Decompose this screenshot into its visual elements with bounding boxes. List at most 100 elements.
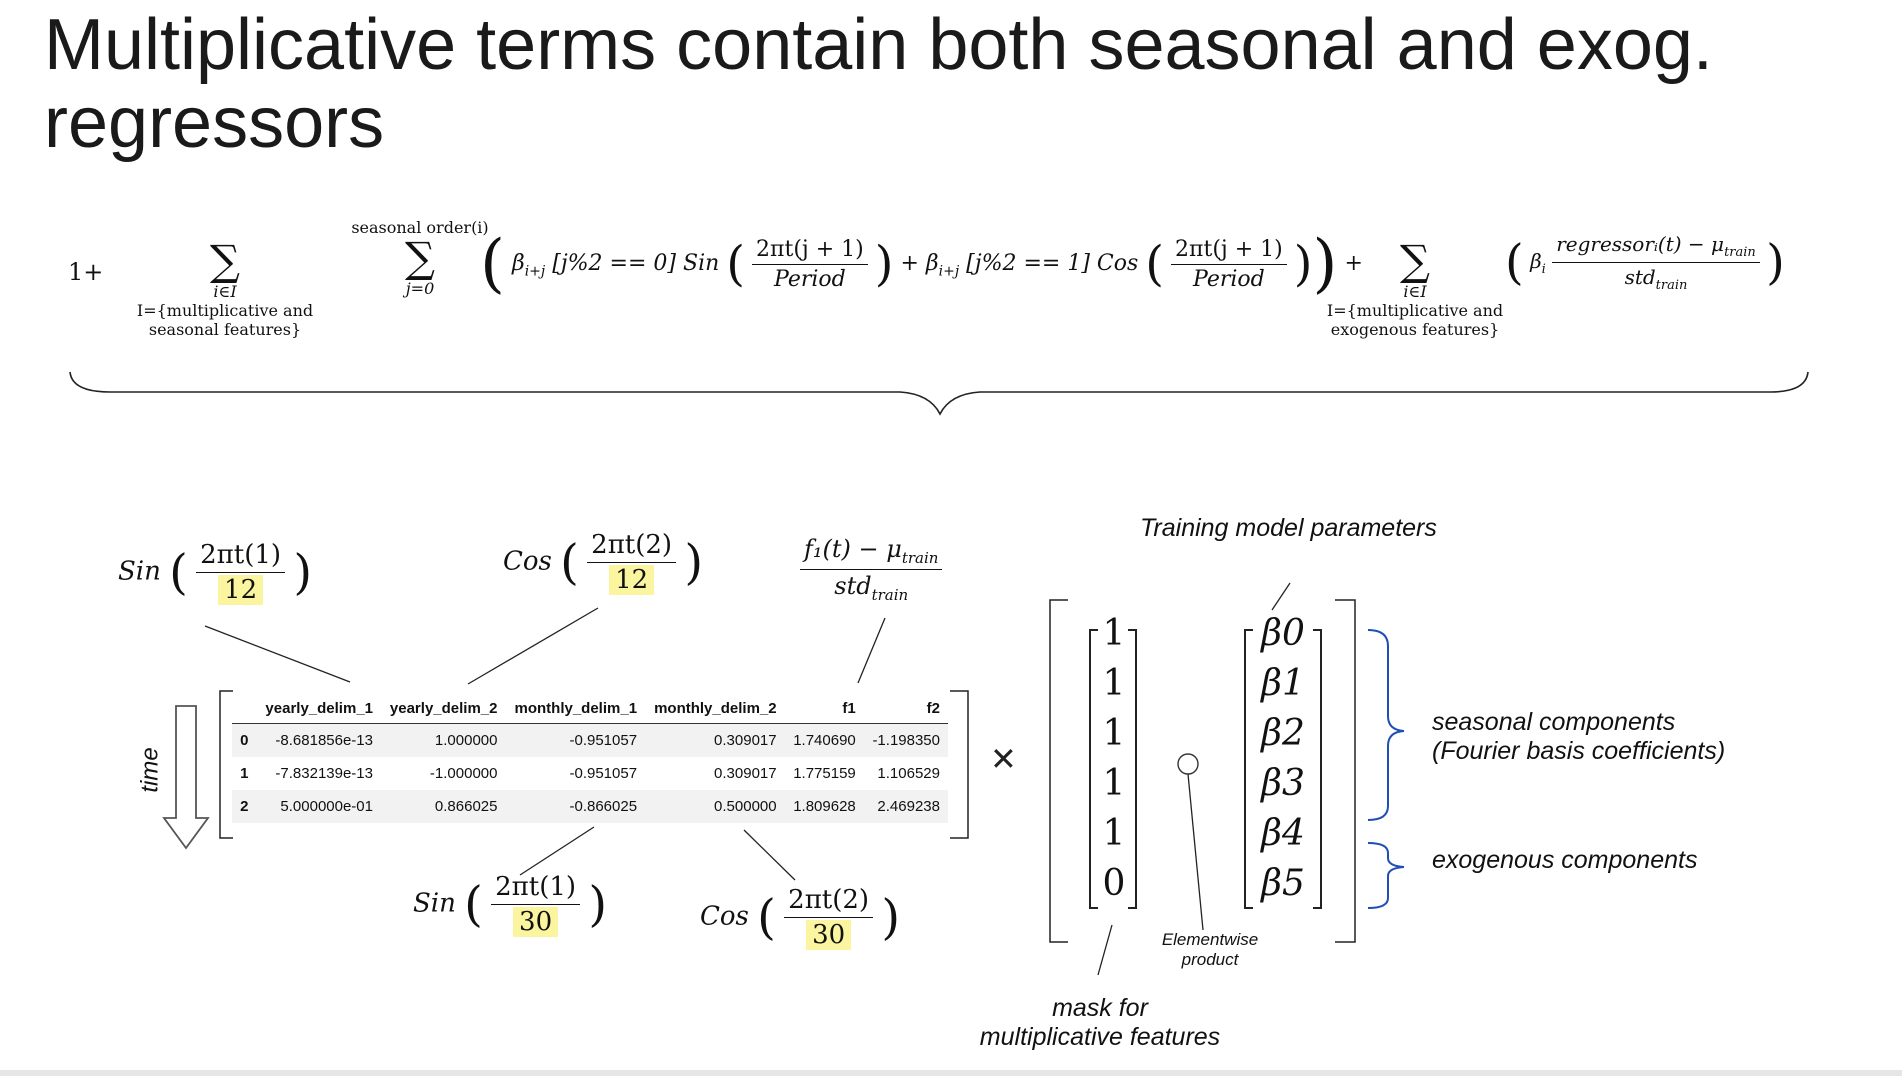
beta-value: β4: [1261, 812, 1305, 854]
cos12-fn: Cos: [503, 546, 552, 577]
table-header-row: yearly_delim_1 yearly_delim_2 monthly_de…: [232, 694, 948, 724]
exogenous-label: exogenous components: [1432, 846, 1698, 874]
cos-cond: [j%2 == 1]: [966, 251, 1090, 276]
sin-cond: [j%2 == 0]: [552, 251, 676, 276]
seasonal-label-line1: seasonal components: [1432, 708, 1676, 736]
mask-label-line1: mask for: [1052, 994, 1148, 1022]
sin30-frac: 2πt(1) 30: [491, 872, 581, 937]
cos30-frac: 2πt(2) 30: [784, 885, 874, 950]
sin-coef: β: [511, 251, 525, 276]
cos-name: Cos: [1096, 251, 1139, 276]
cos30-fn: Cos: [700, 901, 749, 932]
table-cell: -0.866025: [505, 790, 646, 823]
bottom-divider: [0, 1070, 1902, 1076]
mask-value: 1: [1102, 812, 1126, 854]
table-cell: -7.832139e-13: [275, 765, 373, 782]
reg-den: std: [1624, 265, 1656, 289]
sum3: ∑ i∈I I={multiplicative and exogenous fe…: [1300, 240, 1530, 340]
table-cell: 0: [232, 723, 257, 757]
elementwise-line2: product: [1181, 950, 1239, 969]
cos-coef-sub: i+j: [938, 263, 960, 280]
table-cell: 1.740690: [784, 723, 864, 757]
connector-cos30: [743, 829, 796, 881]
table-cell: -8.681856e-13: [256, 723, 381, 757]
big-brace: [69, 371, 1809, 416]
reg-den-sub: train: [1655, 278, 1688, 293]
table-header: f1: [784, 694, 864, 724]
table-row: 2 5.000000e-01 0.866025 -0.866025 0.5000…: [232, 790, 948, 823]
mask-label-line2: multiplicative features: [979, 1023, 1221, 1051]
training-params-label: Training model parameters: [1140, 514, 1437, 542]
table-cell: -1.198350: [863, 723, 948, 757]
beta-value: β0: [1261, 612, 1305, 654]
reg-coef-sub: i: [1541, 262, 1546, 277]
table-cell: 0.500000: [645, 790, 785, 823]
cos-frac: 2πt(j + 1) Period: [1171, 237, 1287, 292]
reg-frac-den: stdtrain: [1621, 263, 1692, 293]
elementwise-line1: Elementwise: [1161, 930, 1259, 949]
table-cell: 1.000000: [381, 723, 506, 757]
connector-sin30: [519, 826, 595, 876]
table-cell: -0.951057: [505, 723, 646, 757]
sin12-fn: Sin: [118, 556, 161, 587]
mask-value: 1: [1102, 612, 1126, 654]
beta-value: β1: [1261, 662, 1305, 704]
f1-den: std: [834, 571, 872, 600]
cos-coef: β: [925, 251, 939, 276]
sum1: ∑ i∈I I={multiplicative and seasonal fea…: [110, 236, 340, 340]
sum1-set-line1: I={multiplicative and: [136, 301, 314, 320]
f1-num-sub: train: [901, 548, 939, 567]
annotation-sin30: Sin ( 2πt(1) 30 ): [413, 872, 608, 937]
table-cell: 2: [232, 790, 257, 823]
connector-cos12: [467, 607, 599, 685]
table-cell: 0.866025: [381, 790, 506, 823]
sin30-den: 30: [513, 907, 559, 937]
table-cell: 1.809628: [784, 790, 864, 823]
table-cell: 5.000000e-01: [256, 790, 381, 823]
regressor-term: ( βi regressorᵢ(t) − μtrain stdtrain ): [1505, 232, 1785, 293]
reg-num-sub: train: [1724, 245, 1756, 260]
seasonal-label-line2: (Fourier basis coefficients): [1432, 737, 1726, 765]
cos-frac-den: Period: [1193, 266, 1265, 292]
outer-bracket-right: [1335, 599, 1356, 943]
annotation-sin12: Sin ( 2πt(1) 12 ): [118, 540, 313, 605]
table-cell: 0.309017: [645, 723, 785, 757]
formula-lead: 1+: [68, 258, 104, 286]
cos30-num: 2πt(2): [784, 885, 874, 918]
table-cell: 2.469238: [863, 790, 948, 823]
outer-bracket-left: [1049, 599, 1068, 943]
data-table: yearly_delim_1 yearly_delim_2 monthly_de…: [232, 694, 948, 823]
mask-value: 0: [1102, 862, 1126, 904]
connector-sin12: [204, 625, 351, 683]
f1-frac: f₁(t) − μtrain stdtrain: [800, 535, 943, 604]
f1-den-sub: train: [871, 585, 909, 604]
time-label: time: [136, 747, 164, 793]
table-header: yearly_delim_1: [256, 694, 381, 724]
cos12-frac: 2πt(2) 12: [587, 530, 677, 595]
mask-value: 1: [1102, 712, 1126, 754]
slide-title: Multiplicative terms contain both season…: [44, 5, 1713, 163]
table-cell: -0.951057: [569, 765, 638, 782]
plus-sign: +: [900, 251, 919, 276]
sin12-frac: 2πt(1) 12: [196, 540, 286, 605]
table-cell: 1.106529: [877, 765, 940, 782]
sin-frac-den: Period: [774, 266, 846, 292]
sum1-set-line2: seasonal features}: [148, 320, 302, 339]
seasonal-label: seasonal components (Fourier basis coeff…: [1432, 708, 1725, 766]
reg-frac: regressorᵢ(t) − μtrain stdtrain: [1552, 232, 1760, 293]
reg-num: regressorᵢ(t) − μ: [1556, 232, 1725, 256]
table-cell: 1: [240, 765, 249, 782]
connector-f1: [857, 617, 886, 684]
sin-frac: 2πt(j + 1) Period: [752, 237, 868, 292]
table-cell: 1.775159: [793, 765, 856, 782]
data-table-wrap: yearly_delim_1 yearly_delim_2 monthly_de…: [232, 694, 948, 823]
beta-vector: β0 β1 β2 β3 β4 β5: [1250, 608, 1316, 908]
cos12-num: 2πt(2): [587, 530, 677, 563]
sin12-num: 2πt(1): [196, 540, 286, 573]
sum1-sigma: ∑: [210, 236, 240, 285]
table-bracket-right: [950, 690, 969, 839]
table-header: monthly_delim_1: [505, 694, 646, 724]
mask-value: 1: [1102, 662, 1126, 704]
sin12-den: 12: [218, 575, 264, 605]
mask-value: 1: [1102, 762, 1126, 804]
